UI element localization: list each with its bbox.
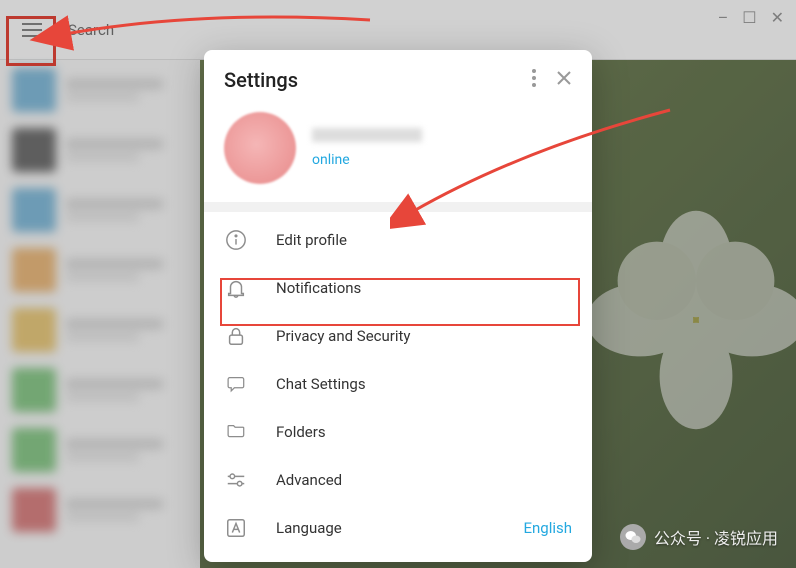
- kebab-icon: [532, 69, 536, 87]
- language-value: English: [523, 519, 572, 537]
- folder-icon: [224, 420, 248, 444]
- avatar[interactable]: [224, 112, 296, 184]
- language-item[interactable]: Language English: [204, 504, 592, 552]
- privacy-item[interactable]: Privacy and Security: [204, 312, 592, 360]
- profile-section: online: [204, 104, 592, 202]
- chat-icon: [224, 372, 248, 396]
- settings-title: Settings: [224, 68, 298, 92]
- user-name: [312, 128, 422, 142]
- edit-profile-item[interactable]: Edit profile: [204, 216, 592, 264]
- item-label: Language: [276, 519, 495, 537]
- language-icon: [224, 516, 248, 540]
- item-label: Privacy and Security: [276, 327, 572, 345]
- settings-list: Edit profile Notifications Privacy and S…: [204, 212, 592, 552]
- bell-icon: [224, 276, 248, 300]
- more-button[interactable]: [532, 69, 536, 91]
- watermark: 公众号 · 凌锐应用: [620, 524, 778, 550]
- watermark-text: 公众号 · 凌锐应用: [654, 525, 778, 549]
- item-label: Folders: [276, 423, 572, 441]
- separator: [204, 202, 592, 212]
- folders-item[interactable]: Folders: [204, 408, 592, 456]
- item-label: Chat Settings: [276, 375, 572, 393]
- close-button[interactable]: [556, 70, 572, 90]
- settings-modal: Settings online Edit profile: [204, 50, 592, 562]
- item-label: Advanced: [276, 471, 572, 489]
- modal-header: Settings: [204, 50, 592, 104]
- user-status: online: [312, 152, 422, 168]
- close-icon: [556, 70, 572, 86]
- chat-settings-item[interactable]: Chat Settings: [204, 360, 592, 408]
- info-icon: [224, 228, 248, 252]
- advanced-item[interactable]: Advanced: [204, 456, 592, 504]
- sliders-icon: [224, 468, 248, 492]
- notifications-item[interactable]: Notifications: [204, 264, 592, 312]
- item-label: Edit profile: [276, 231, 572, 249]
- item-label: Notifications: [276, 279, 572, 297]
- wechat-icon: [620, 524, 646, 550]
- lock-icon: [224, 324, 248, 348]
